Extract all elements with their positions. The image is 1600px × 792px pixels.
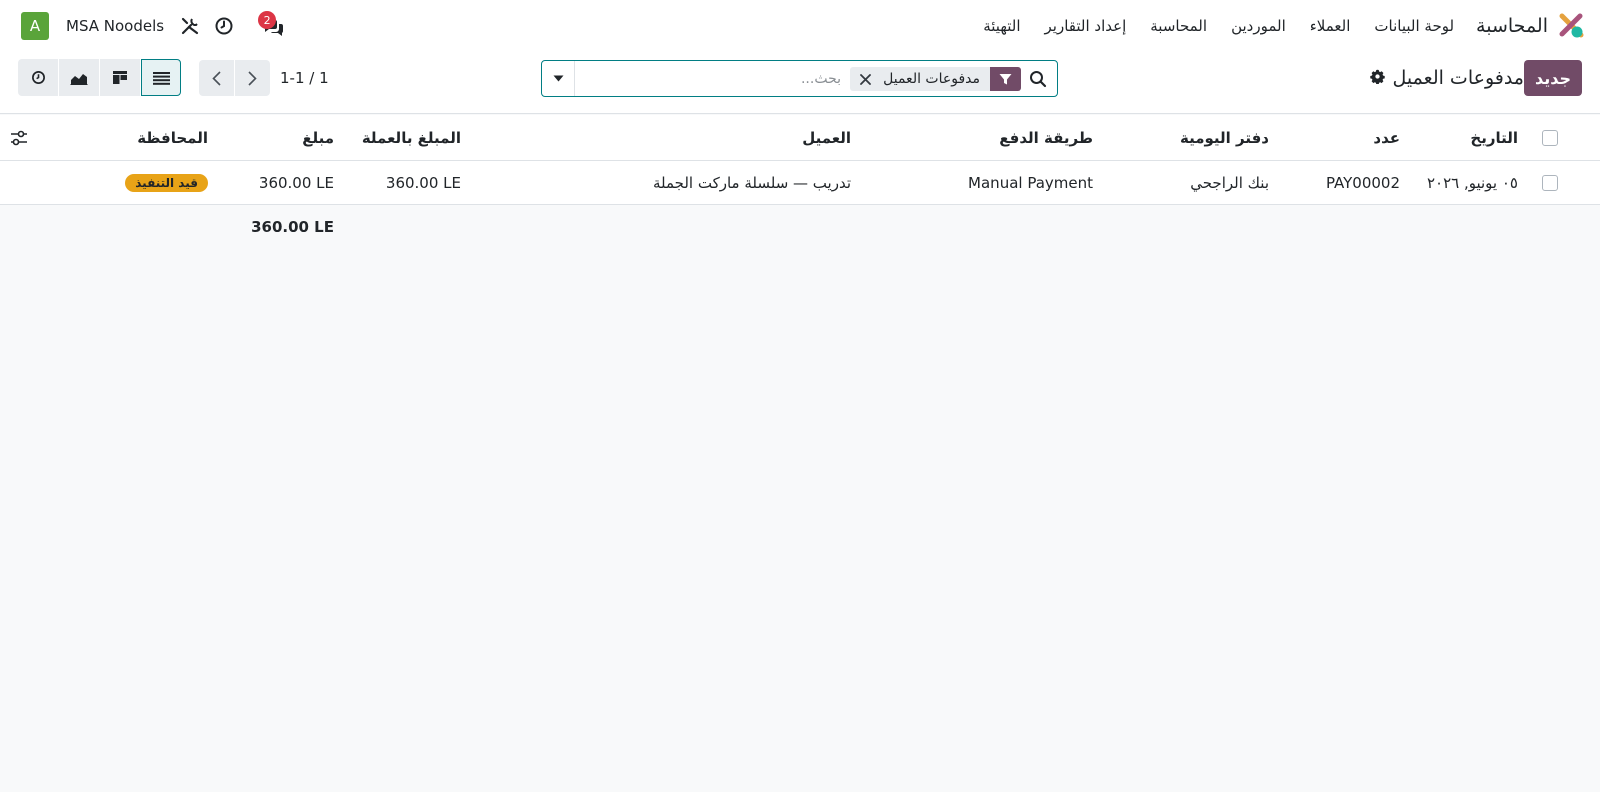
menu-item-dashboard[interactable]: لوحة البيانات <box>1374 17 1454 35</box>
cell-customer: تدريب — سلسلة ماركت الجملة <box>652 173 851 192</box>
cell-amount: 360.00 LE <box>258 173 334 192</box>
kanban-view-button[interactable] <box>100 59 140 96</box>
top-navbar: المحاسبة لوحة البيانات العملاء الموردين … <box>0 0 1600 52</box>
cell-payment-method: Manual Payment <box>968 173 1093 192</box>
activity-view-icon <box>31 71 45 84</box>
sliders-icon <box>11 130 27 145</box>
messaging-button[interactable]: 2 <box>256 11 286 41</box>
list-view-button[interactable] <box>141 59 181 96</box>
search-panel: مدفوعات العميل <box>541 60 1058 97</box>
nav-left-group: A MSA Noodels 2 <box>21 0 286 52</box>
main-menu: لوحة البيانات العملاء الموردين المحاسبة … <box>959 17 1454 35</box>
optional-columns-toggle[interactable] <box>10 115 30 160</box>
kanban-view-icon <box>113 71 127 84</box>
list-view-icon <box>152 71 170 85</box>
header-journal[interactable]: دفتر اليومية <box>1109 115 1269 160</box>
cell-number: PAY00002 <box>1325 173 1400 192</box>
activity-clock-icon[interactable] <box>213 15 235 37</box>
new-button[interactable]: جديد <box>1523 60 1582 96</box>
breadcrumb: مدفوعات العميل <box>1369 60 1524 96</box>
header-date[interactable]: التاريخ <box>1398 115 1518 160</box>
header-number[interactable]: عدد <box>1310 115 1400 160</box>
menu-item-accounting[interactable]: المحاسبة <box>1150 17 1207 35</box>
select-all-checkbox[interactable] <box>1542 129 1558 146</box>
search-icon[interactable] <box>1029 70 1047 92</box>
view-switcher <box>18 59 182 96</box>
gear-icon[interactable] <box>1369 69 1385 88</box>
graph-view-button[interactable] <box>59 59 99 96</box>
header-payment-method[interactable]: طريقة الدفع <box>913 115 1093 160</box>
activity-view-button[interactable] <box>18 59 58 96</box>
menu-item-vendors[interactable]: الموردين <box>1231 17 1286 35</box>
row-checkbox[interactable] <box>1542 174 1558 191</box>
status-badge: قيد التنفيذ <box>125 173 208 192</box>
menu-item-configuration[interactable]: التهيئة <box>983 17 1020 35</box>
control-panel: جديد مدفوعات العميل مدفوعات العميل بحث..… <box>0 52 1600 114</box>
graph-view-icon <box>70 73 88 85</box>
company-switcher[interactable]: MSA Noodels <box>66 17 164 35</box>
menu-item-reporting[interactable]: إعداد التقارير <box>1045 17 1127 35</box>
cell-amount-currency: 360.00 LE <box>385 173 461 192</box>
user-avatar[interactable]: A <box>21 12 49 40</box>
chevron-right-icon <box>248 70 257 86</box>
page-title: مدفوعات العميل <box>1392 67 1524 89</box>
search-options-toggle[interactable] <box>542 61 575 96</box>
pager-next-button[interactable] <box>235 60 270 96</box>
search-input[interactable] <box>591 67 841 91</box>
accounting-app-logo-icon[interactable] <box>1558 13 1584 39</box>
header-status[interactable]: المحافظة <box>88 115 208 160</box>
table-header: التاريخ عدد دفتر اليومية طريقة الدفع الع… <box>0 115 1600 161</box>
app-name[interactable]: المحاسبة <box>1476 15 1548 37</box>
chat-unread-badge: 2 <box>258 11 277 29</box>
menu-item-customers[interactable]: العملاء <box>1310 17 1351 35</box>
facet-remove-icon[interactable] <box>850 67 878 91</box>
filter-icon <box>990 67 1021 91</box>
table-footer: 360.00 LE <box>0 206 1600 248</box>
caret-down-icon <box>553 75 563 82</box>
pager-previous-button[interactable] <box>199 60 234 96</box>
cell-journal: بنك الراجحي <box>1190 173 1269 192</box>
pager-value[interactable]: 1-1 / 1 <box>280 60 329 96</box>
table-row[interactable]: ٠٥ يونيو, ٢٠٢٦ PAY00002 بنك الراجحي Manu… <box>0 161 1600 205</box>
payments-list: التاريخ عدد دفتر اليومية طريقة الدفع الع… <box>0 115 1600 205</box>
facet-label: مدفوعات العميل <box>877 67 990 91</box>
tools-icon[interactable] <box>179 15 201 37</box>
header-customer[interactable]: العميل <box>651 115 851 160</box>
total-amount: 360.00 LE <box>251 218 334 236</box>
header-amount[interactable]: مبلغ <box>234 115 334 160</box>
cell-date: ٠٥ يونيو, ٢٠٢٦ <box>1426 173 1518 192</box>
search-facet: مدفوعات العميل <box>850 67 1021 91</box>
chevron-left-icon <box>212 70 221 86</box>
nav-right-group: المحاسبة لوحة البيانات العملاء الموردين … <box>959 0 1584 52</box>
